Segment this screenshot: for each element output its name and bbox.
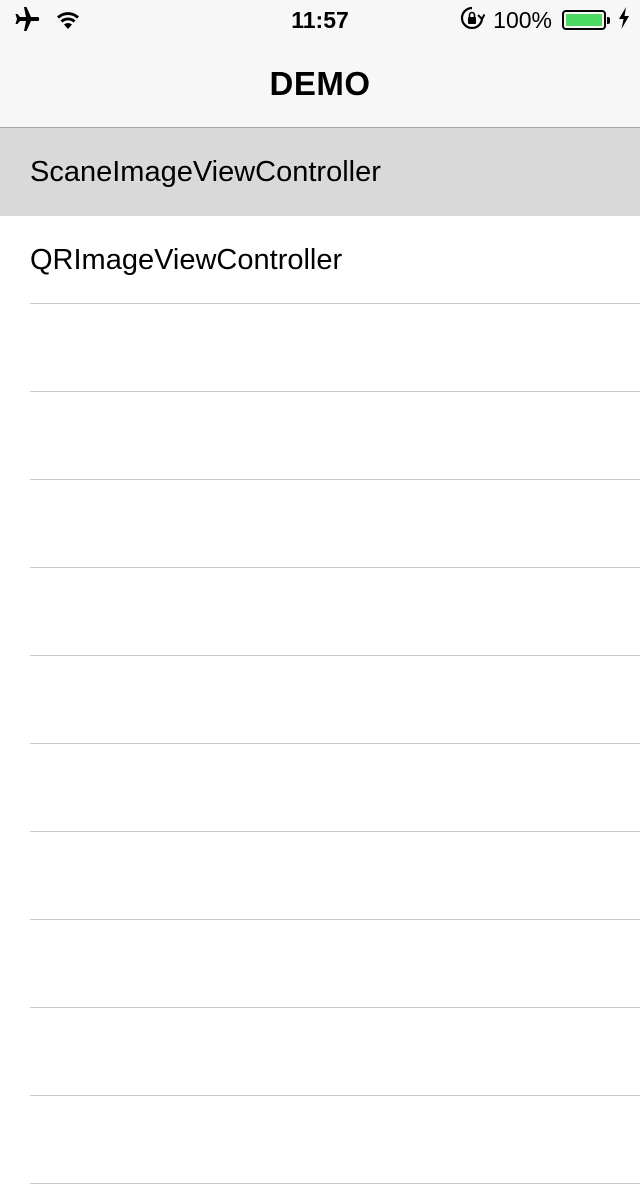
table-row [0,920,640,1008]
battery-cap [607,17,610,24]
rotation-lock-icon [459,5,486,36]
status-right-group: 100% [459,6,630,34]
table-row [0,656,640,744]
table-row [0,1008,640,1096]
charging-bolt-icon [618,6,630,34]
table-row [0,1096,640,1184]
table-row [0,392,640,480]
table-row[interactable]: ScaneImageViewController [0,128,640,216]
table-row [0,832,640,920]
status-bar: 11:57 100% [0,0,640,40]
table-row [0,568,640,656]
navigation-header: 11:57 100% DEMO [0,0,640,128]
table-view[interactable]: ScaneImageViewController QRImageViewContr… [0,128,640,1184]
battery-percent: 100% [493,7,552,33]
table-row [0,480,640,568]
table-row [0,304,640,392]
battery-fill [566,14,602,26]
table-row [0,744,640,832]
nav-title: DEMO [269,65,371,102]
table-row-label: ScaneImageViewController [30,156,381,188]
battery-icon [562,10,610,30]
table-row-label: QRImageViewController [30,244,343,276]
table-row[interactable]: QRImageViewController [0,216,640,304]
